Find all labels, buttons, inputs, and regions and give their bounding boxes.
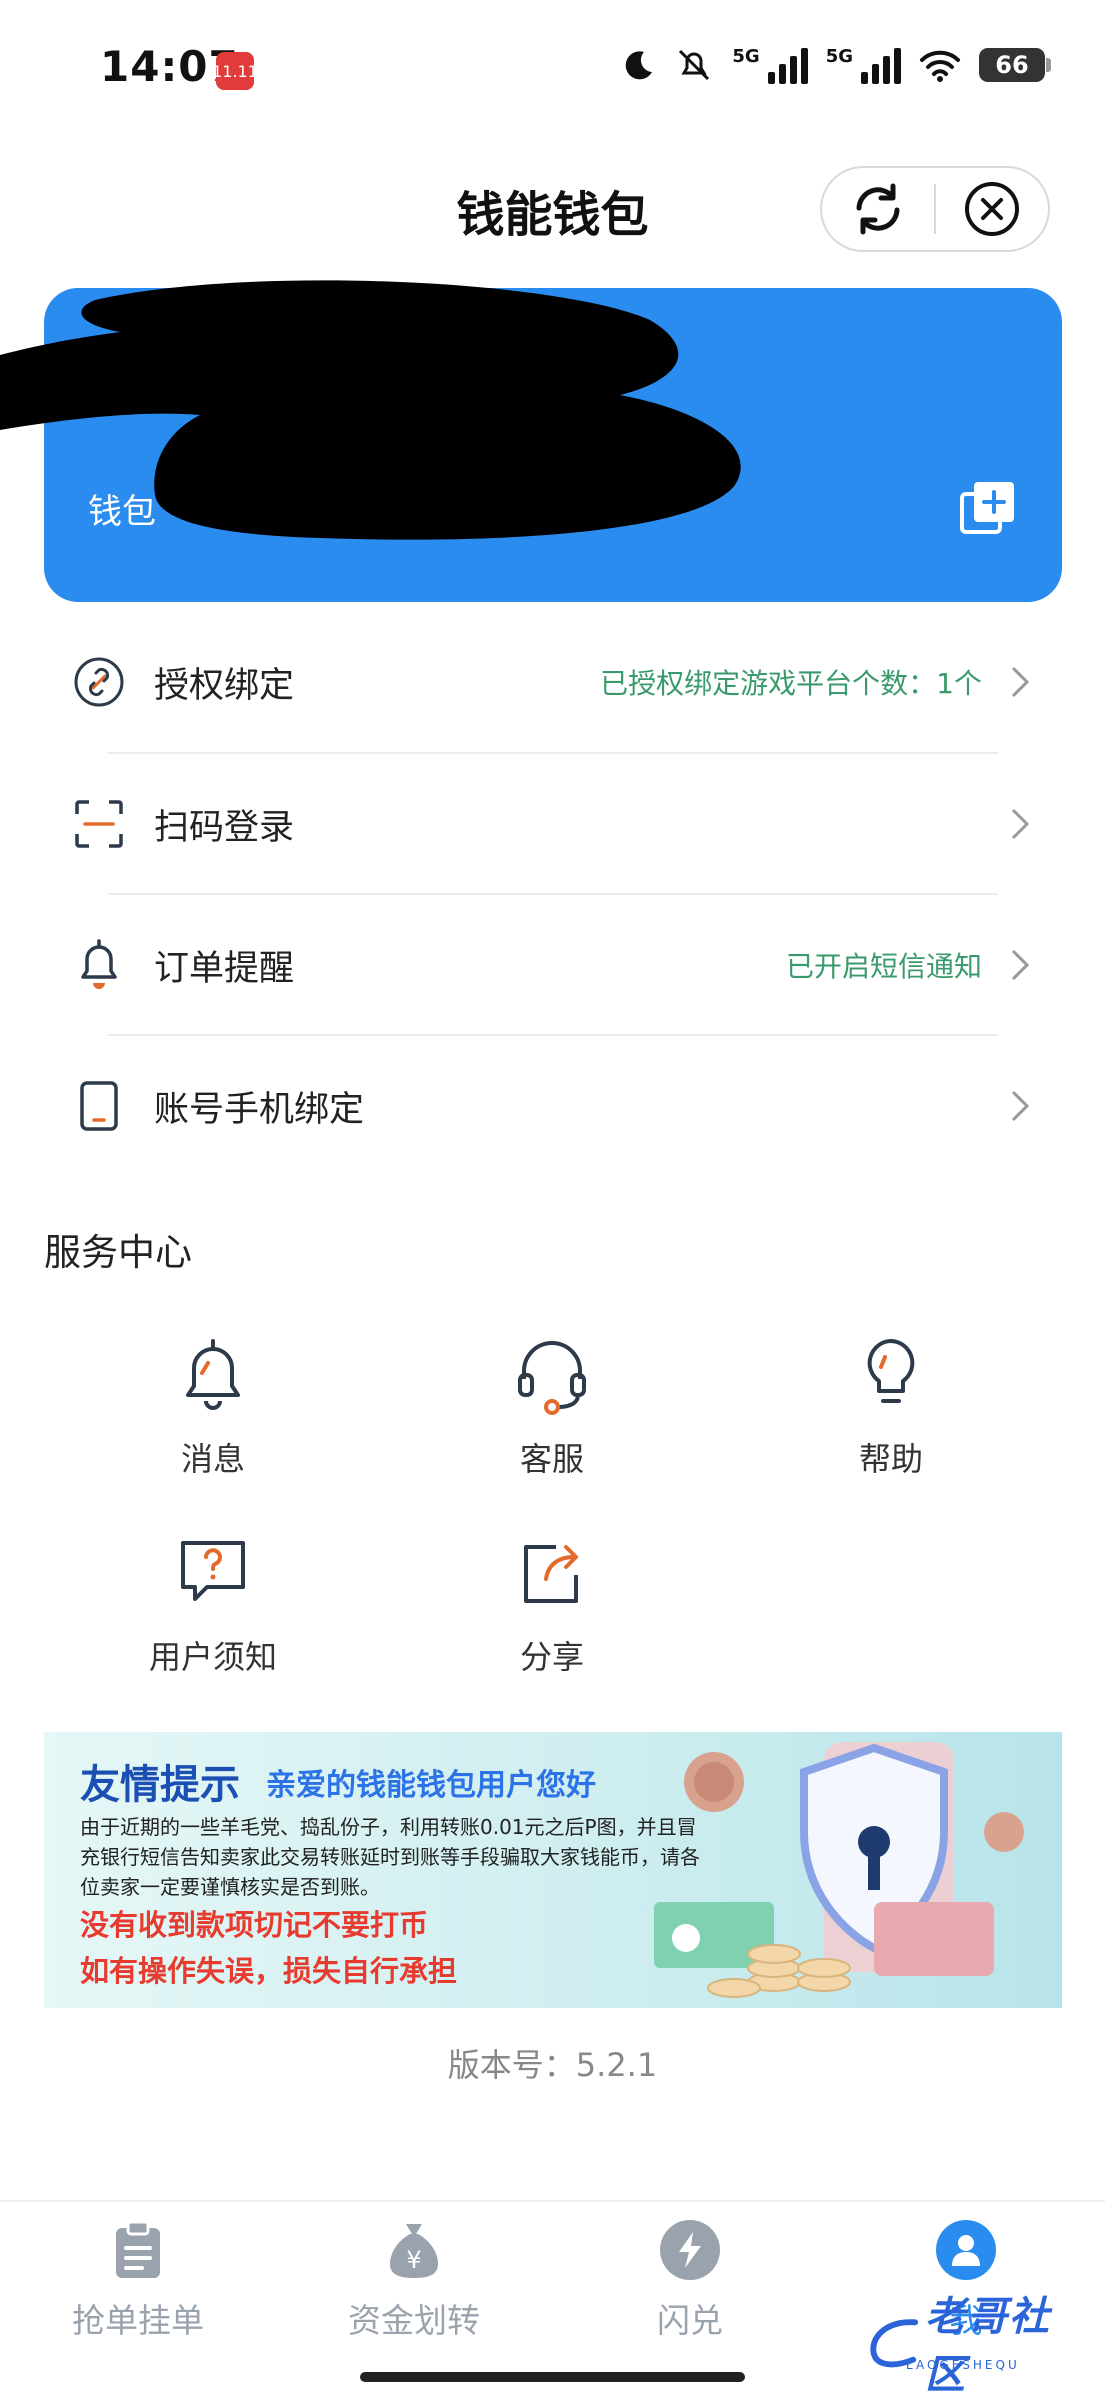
- bell-icon: [178, 1330, 248, 1420]
- service-user-notice[interactable]: 用户须知: [103, 1528, 323, 1698]
- service-help[interactable]: 帮助: [781, 1330, 1001, 1500]
- tab-fund-transfer[interactable]: ¥ 资金划转: [276, 2202, 552, 2352]
- question-bubble-icon: [177, 1528, 249, 1618]
- close-icon: [965, 182, 1019, 236]
- share-icon: [516, 1528, 588, 1618]
- menu-item-value: 已授权绑定游戏平台个数：1个: [600, 667, 982, 700]
- mute-icon: [679, 49, 710, 81]
- watermark-logo: 老哥社区 LAOGESHEQU: [866, 2294, 1090, 2398]
- banner-warning: 没有收到款项切记不要打币: [80, 1908, 429, 1942]
- security-illustration: [654, 1742, 1024, 1998]
- lightning-icon: [660, 2220, 720, 2280]
- network-type-1: 5G: [732, 46, 760, 67]
- tab-flash-exchange[interactable]: 闪兑: [552, 2202, 828, 2352]
- mini-program-capsule: [820, 166, 1050, 252]
- menu-item-order-reminder[interactable]: 订单提醒 已开启短信通知: [44, 895, 1062, 1035]
- menu-item-phone-bind[interactable]: 账号手机绑定: [44, 1036, 1062, 1176]
- menu-item-label: 扫码登录: [154, 807, 295, 848]
- link-icon: [64, 656, 134, 708]
- chevron-right-icon: [1000, 665, 1040, 699]
- notice-banner[interactable]: 友情提示 亲爱的钱能钱包用户您好 由于近期的一些羊毛党、捣乱份子，利用转账0.0…: [44, 1732, 1062, 2008]
- service-label: 帮助: [858, 1440, 923, 1478]
- section-title-service-center: 服务中心: [44, 1231, 192, 1274]
- home-indicator[interactable]: [360, 2372, 745, 2382]
- refresh-button[interactable]: [822, 168, 934, 250]
- status-bar: 14:07 11.11 5G 5G 66: [0, 0, 1105, 140]
- close-button[interactable]: [936, 168, 1048, 250]
- service-label: 消息: [180, 1440, 245, 1478]
- battery-icon: 66: [979, 48, 1051, 82]
- user-icon: [936, 2220, 996, 2280]
- wifi-icon: [920, 50, 960, 82]
- moon-icon: [626, 51, 653, 80]
- service-label: 分享: [519, 1638, 584, 1676]
- version-label: 版本号：5.2.1: [447, 2046, 658, 2084]
- menu-item-scan-login[interactable]: 扫码登录: [44, 754, 1062, 894]
- app-notification-icon: 11.11: [212, 52, 258, 90]
- service-label: 客服: [519, 1440, 584, 1478]
- watermark-text: 老哥社区: [924, 2294, 1051, 2398]
- refresh-icon: [856, 183, 900, 235]
- signal-icon: [767, 46, 808, 84]
- money-bag-icon: ¥: [384, 2220, 444, 2280]
- status-icons: 5G 5G 66: [622, 46, 1051, 84]
- menu-item-auth-bind[interactable]: 授权绑定 已授权绑定游戏平台个数：1个: [44, 612, 1062, 752]
- network-type-2: 5G: [825, 46, 853, 67]
- tab-label: 闪兑: [657, 2301, 723, 2340]
- lightbulb-icon: [861, 1330, 921, 1420]
- scan-icon: [64, 798, 134, 850]
- clipboard-icon: [108, 2220, 168, 2280]
- chevron-right-icon: [1000, 1089, 1040, 1123]
- menu-item-value: 已开启短信通知: [785, 950, 982, 983]
- tab-label: 抢单挂单: [72, 2301, 204, 2340]
- menu-item-label: 授权绑定: [154, 665, 295, 706]
- watermark-subtext: LAOGESHEQU: [906, 2358, 1020, 2372]
- redaction-mark: [0, 280, 741, 540]
- signal-icon: [861, 46, 901, 84]
- service-share[interactable]: 分享: [442, 1528, 662, 1698]
- chevron-right-icon: [1000, 807, 1040, 841]
- menu-item-label: 账号手机绑定: [154, 1089, 365, 1130]
- tab-order-book[interactable]: 抢单挂单: [0, 2202, 276, 2352]
- menu-item-label: 订单提醒: [154, 948, 295, 989]
- service-message[interactable]: 消息: [103, 1330, 323, 1500]
- banner-title: 友情提示: [80, 1761, 240, 1808]
- banner-warning: 如有操作失误，损失自行承担: [80, 1954, 458, 1988]
- copy-icon[interactable]: [958, 478, 1018, 538]
- banner-subtitle: 亲爱的钱能钱包用户您好: [266, 1768, 596, 1803]
- tab-label: 资金划转: [348, 2301, 480, 2340]
- bell-icon: [64, 937, 134, 993]
- headset-icon: [514, 1330, 590, 1420]
- phone-icon: [64, 1080, 134, 1132]
- service-customer-support[interactable]: 客服: [442, 1330, 662, 1500]
- chevron-right-icon: [1000, 948, 1040, 982]
- svg-text:¥: ¥: [406, 2246, 421, 2274]
- service-label: 用户须知: [148, 1638, 277, 1676]
- banner-body: 由于近期的一些羊毛党、捣乱份子，利用转账0.01元之后P图，并且冒充银行短信告知…: [80, 1815, 700, 1899]
